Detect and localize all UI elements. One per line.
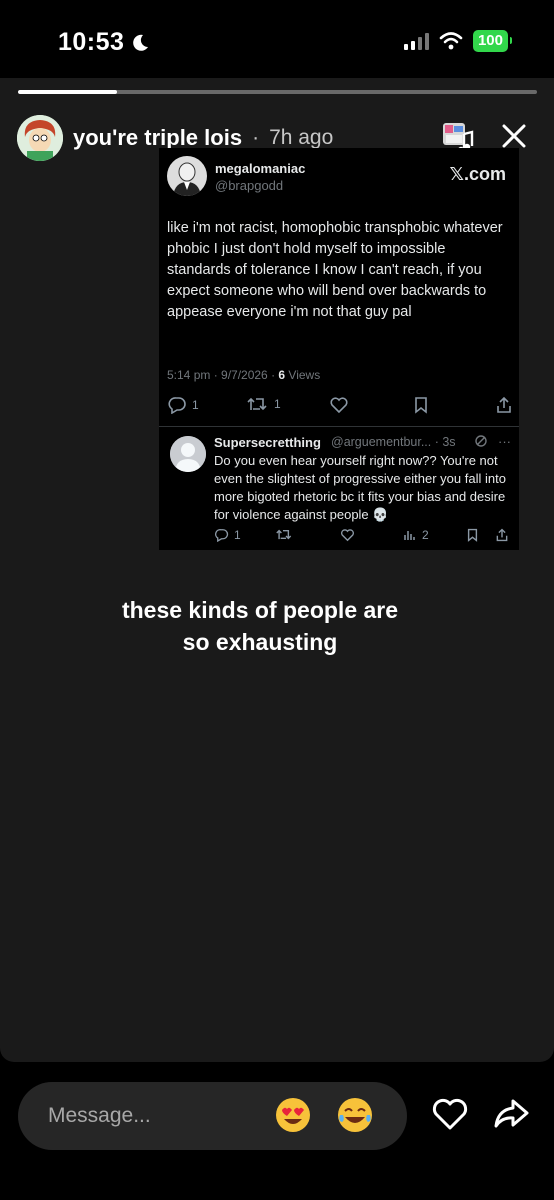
reply-repost-action: [276, 528, 293, 541]
send-icon[interactable]: [492, 1096, 530, 1132]
tweet-actions: 1 1: [167, 396, 515, 416]
reply-views-action: 2: [404, 528, 429, 542]
reply-options: ···: [474, 434, 511, 449]
x-logo-label: 𝕏.com: [449, 164, 506, 184]
reply-action: 1: [167, 396, 199, 414]
reply-author-avatar: [170, 436, 206, 472]
tweet-screenshot: megalomaniac @brapgodd 𝕏.com like i'm no…: [159, 148, 519, 550]
caption-line-2: so exhausting: [182, 629, 338, 655]
avatar[interactable]: [17, 115, 63, 161]
status-icons: 100: [403, 30, 513, 52]
reply-count: 1: [192, 398, 199, 412]
header-separator: ·: [252, 126, 260, 149]
bookmark-icon: [415, 397, 427, 414]
share-action: [495, 396, 513, 414]
like-icon: [341, 529, 354, 542]
repost-action: 1: [247, 396, 281, 412]
views-icon: [404, 531, 415, 540]
repost-icon: [247, 397, 267, 411]
repost-icon: [276, 529, 292, 540]
reply-reply-count: 1: [234, 528, 241, 542]
reply-bookmark-action: [466, 528, 479, 542]
tweet-author-name: megalomaniac: [215, 161, 306, 176]
moon-icon: [133, 34, 149, 51]
reply-author-handle: @arguementbur... · 3s: [331, 435, 456, 449]
close-icon[interactable]: [500, 122, 528, 150]
grok-icon: [475, 435, 487, 447]
story-timestamp: 7h ago: [269, 126, 334, 149]
clock: 10:53: [58, 28, 125, 56]
heart-eyes-emoji[interactable]: [274, 1096, 312, 1134]
tweet-divider: [159, 426, 519, 427]
battery-indicator: 100: [472, 30, 513, 52]
story-caption: these kinds of people are so exhausting: [0, 594, 520, 658]
share-icon: [496, 528, 508, 542]
signal-icon: [403, 32, 429, 50]
story-progress-fill: [18, 90, 117, 94]
message-composer: [18, 1082, 407, 1150]
like-icon: [330, 397, 348, 414]
story-progress-bar: [18, 90, 537, 94]
tweet-text: like i'm not racist, homophobic transpho…: [167, 220, 503, 320]
heart-icon[interactable]: [431, 1096, 469, 1132]
tweet-timestamp: 5:14 pm · 9/7/2026 ·: [167, 368, 279, 382]
reply-views-count: 2: [422, 528, 429, 542]
reply-like-action: [340, 528, 355, 542]
reply-author-name: Supersecretthing: [214, 435, 321, 450]
laughing-emoji[interactable]: [336, 1096, 374, 1134]
tweet-author-avatar: [167, 156, 207, 196]
wifi-icon: [439, 32, 463, 50]
bookmark-icon: [467, 528, 478, 542]
reply-icon: [215, 529, 229, 542]
bookmark-action: [413, 396, 429, 414]
reply-share-action: [495, 528, 509, 542]
tweet-meta: 5:14 pm · 9/7/2026 · 6 Views: [167, 368, 320, 382]
reply-icon: [168, 397, 186, 414]
tweet-views-label: Views: [285, 368, 321, 382]
repost-count: 1: [274, 397, 281, 411]
caption-line-1: these kinds of people are: [121, 597, 399, 623]
reply-text: Do you even hear yourself right now?? Yo…: [214, 453, 506, 522]
message-input[interactable]: [48, 1102, 258, 1130]
status-time: 10:53: [58, 28, 150, 57]
tweet-author-handle: @brapgodd: [215, 178, 284, 193]
reply-actions: 1 2: [214, 528, 514, 544]
reply-reply-action: 1: [214, 528, 241, 542]
like-action: [329, 396, 349, 414]
more-icon: ···: [498, 434, 511, 449]
share-icon: [497, 396, 511, 413]
